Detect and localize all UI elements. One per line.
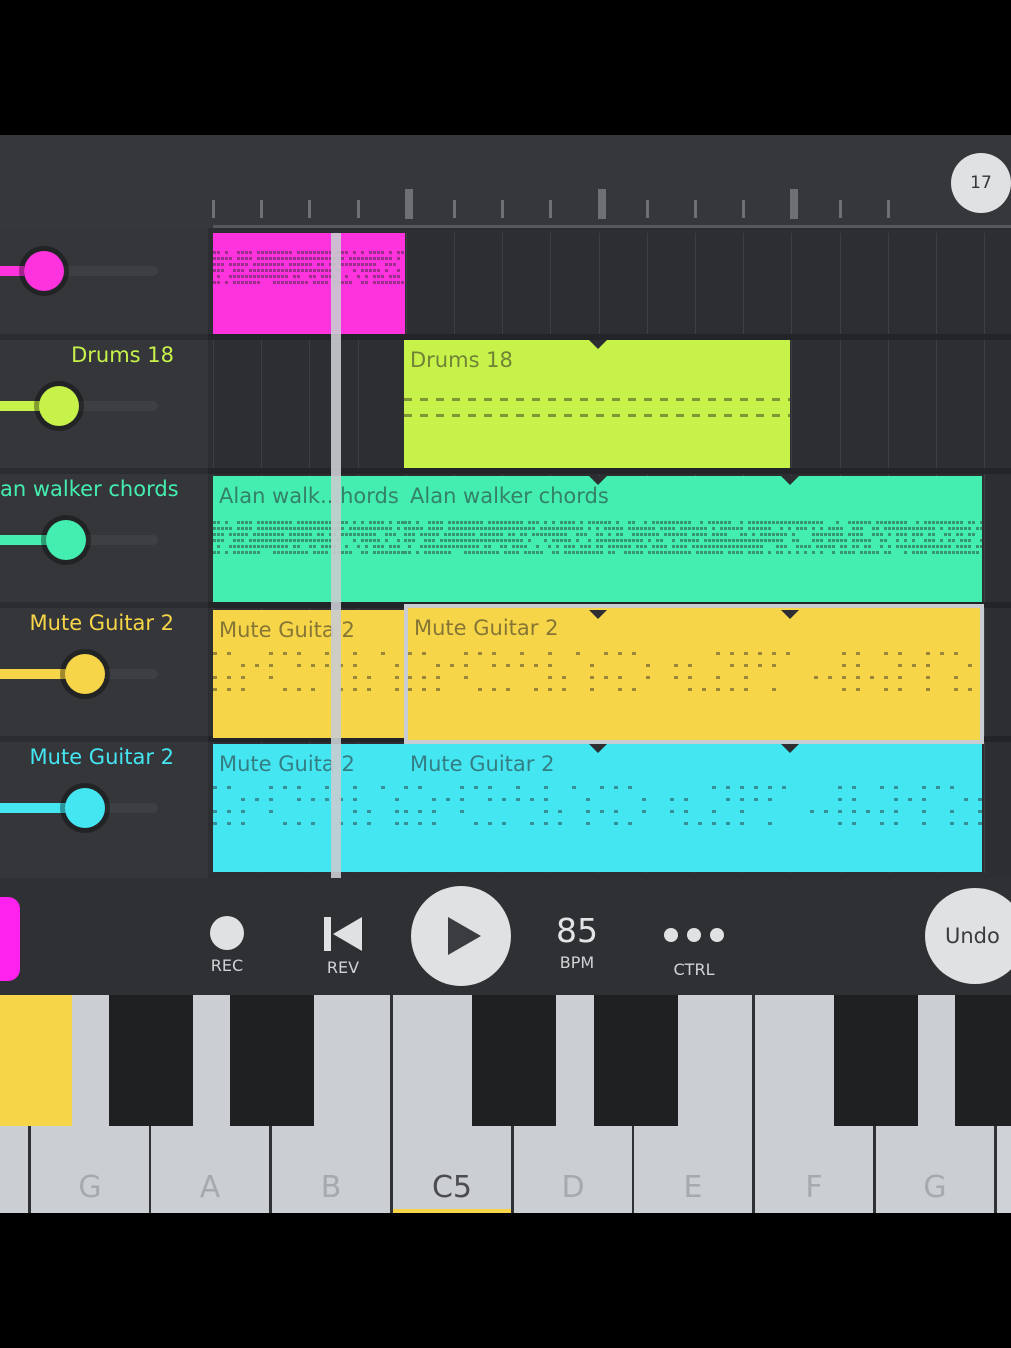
pattern-clip-guitar-1[interactable]: Mute Guita 2 (213, 610, 404, 738)
bar-marker (589, 610, 607, 619)
playhead[interactable] (331, 233, 341, 878)
ruler-tick (212, 200, 215, 218)
piano-black-key[interactable] (594, 995, 678, 1126)
pressed-key-highlight (0, 995, 72, 1126)
timeline-ruler[interactable] (0, 135, 1011, 228)
piano-black-key[interactable] (955, 995, 1011, 1126)
ruler-tick (549, 200, 552, 218)
volume-fill (0, 401, 40, 411)
tempo-control[interactable]: 85 BPM (545, 911, 609, 972)
record-label: REC (210, 956, 244, 975)
ruler-tick (598, 189, 606, 219)
volume-fill (0, 669, 66, 679)
piano-key-label: E (683, 1170, 703, 1205)
bpm-label: BPM (559, 953, 595, 972)
track-name: Mute Guitar 2 (29, 611, 174, 635)
bpm-value: 85 (556, 911, 598, 950)
bar-marker (589, 476, 607, 485)
ruler-tick (790, 189, 798, 219)
microphone-button[interactable] (0, 897, 20, 981)
bottom-letterbox (0, 1213, 1011, 1348)
volume-fill (0, 535, 48, 545)
piano-black-key[interactable] (834, 995, 918, 1126)
rewind-button[interactable]: REV (312, 916, 374, 977)
bar-number-badge[interactable]: 17 (951, 153, 1011, 213)
bar-number: 17 (970, 173, 992, 193)
clip-label: Alan walk...hords (219, 484, 399, 508)
ruler-tick (260, 200, 263, 218)
pattern-clip-chords-2[interactable]: Alan walker chords (404, 476, 982, 602)
volume-fill (0, 803, 66, 813)
volume-fill (0, 266, 24, 276)
header-divider (0, 602, 208, 608)
ruler-tick (742, 200, 745, 218)
record-icon (210, 916, 244, 950)
pattern-clip-guitar-4[interactable]: Mute Guitar 2 (404, 744, 982, 872)
piano-black-key[interactable] (230, 995, 314, 1126)
play-button[interactable] (411, 886, 511, 986)
more-dots-icon (664, 926, 724, 944)
ruler-tick (887, 200, 890, 218)
piano-key-label: B (320, 1170, 342, 1205)
track-name: Drums 18 (71, 343, 174, 367)
clip-label: Mute Guitar 2 (410, 752, 555, 776)
pattern-clip-pink[interactable] (213, 233, 405, 334)
bar-marker (589, 744, 607, 753)
bar-marker (781, 476, 799, 485)
header-divider (0, 334, 208, 340)
volume-knob[interactable] (46, 520, 86, 560)
track-name: an walker chords (0, 477, 179, 501)
grid-line (984, 233, 985, 873)
piano-key-label: G (78, 1170, 102, 1205)
piano-black-key[interactable] (472, 995, 556, 1126)
header-divider (0, 468, 208, 474)
skip-back-icon (324, 917, 362, 951)
bar-marker (589, 340, 607, 349)
pattern-clip-drums[interactable]: Drums 18 (404, 340, 790, 468)
bar-marker (781, 610, 799, 619)
track-headers: Drums 18 an walker chords Mute Guitar 2 … (0, 228, 208, 878)
piano-black-key[interactable] (109, 995, 193, 1126)
clip-label: Alan walker chords (410, 484, 609, 508)
ruler-tick (646, 200, 649, 218)
pattern-clip-guitar-2-selected[interactable]: Mute Guitar 2 (404, 604, 984, 744)
ruler-tick (501, 200, 504, 218)
pattern-clip-guitar-3[interactable]: Mute Guita 2 (213, 744, 404, 872)
ctrl-button[interactable]: CTRL (658, 926, 730, 979)
ruler-tick (308, 200, 311, 218)
clip-label: Mute Guitar 2 (414, 616, 559, 640)
volume-knob[interactable] (65, 654, 105, 694)
undo-label: Undo (945, 924, 1000, 948)
play-icon (448, 917, 481, 955)
ruler-tick (694, 200, 697, 218)
volume-knob[interactable] (39, 386, 79, 426)
rewind-label: REV (326, 958, 360, 977)
record-button[interactable]: REC (196, 916, 258, 975)
ruler-tick (453, 200, 456, 218)
ruler-tick (405, 189, 413, 219)
app-screen: 17 Drums 18 an walker chords Mute Guitar… (0, 0, 1011, 1348)
header-divider (0, 736, 208, 742)
bar-marker (781, 744, 799, 753)
lane-divider (208, 468, 1011, 474)
piano-key-label: D (561, 1170, 585, 1205)
piano-key-label: F (805, 1170, 823, 1205)
ctrl-label: CTRL (673, 960, 715, 979)
track-name: Mute Guitar 2 (29, 745, 174, 769)
volume-knob[interactable] (24, 251, 64, 291)
pattern-clip-chords-1[interactable]: Alan walk...hords (213, 476, 404, 602)
piano-key-label: A (199, 1170, 221, 1205)
piano-key-label: C5 (431, 1170, 473, 1205)
volume-knob[interactable] (65, 788, 105, 828)
piano-key-label: G (923, 1170, 947, 1205)
ruler-tick (839, 200, 842, 218)
clip-label: Drums 18 (410, 348, 513, 372)
ruler-tick (357, 200, 360, 218)
piano-keyboard: G A B C5 D E F G (0, 995, 1011, 1213)
